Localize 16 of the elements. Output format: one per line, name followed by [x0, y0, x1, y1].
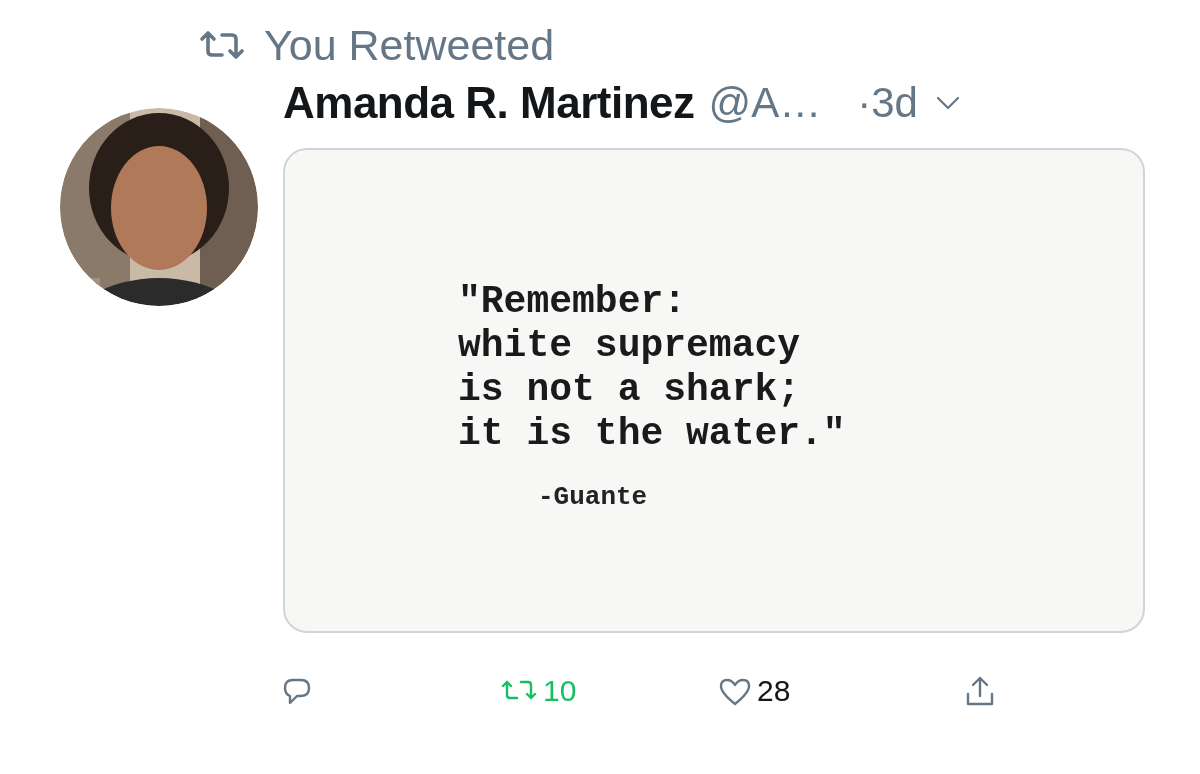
chevron-icon[interactable]: [935, 96, 960, 110]
author-handle: @A…: [708, 82, 822, 124]
retweet-context: You Retweeted: [264, 23, 555, 67]
media-card[interactable]: "Remember: white supremacy is not a shark; it is the water." -Guante: [283, 148, 1145, 633]
retweet-count: 10: [543, 676, 577, 706]
quote-line: "Remember:: [458, 280, 688, 324]
share-icon[interactable]: [964, 676, 996, 706]
quote-line: it is the water.": [458, 412, 847, 456]
tweet-time: ·3d: [857, 82, 918, 124]
author-name[interactable]: Amanda R. Martinez: [283, 81, 695, 125]
quote-attribution: -Guante: [538, 484, 649, 510]
like-count: 28: [757, 676, 791, 706]
heart-icon[interactable]: [719, 676, 751, 706]
quote-line: is not a shark;: [458, 368, 802, 412]
quote-line: white supremacy: [458, 324, 802, 368]
retweet-icon: [198, 29, 246, 61]
